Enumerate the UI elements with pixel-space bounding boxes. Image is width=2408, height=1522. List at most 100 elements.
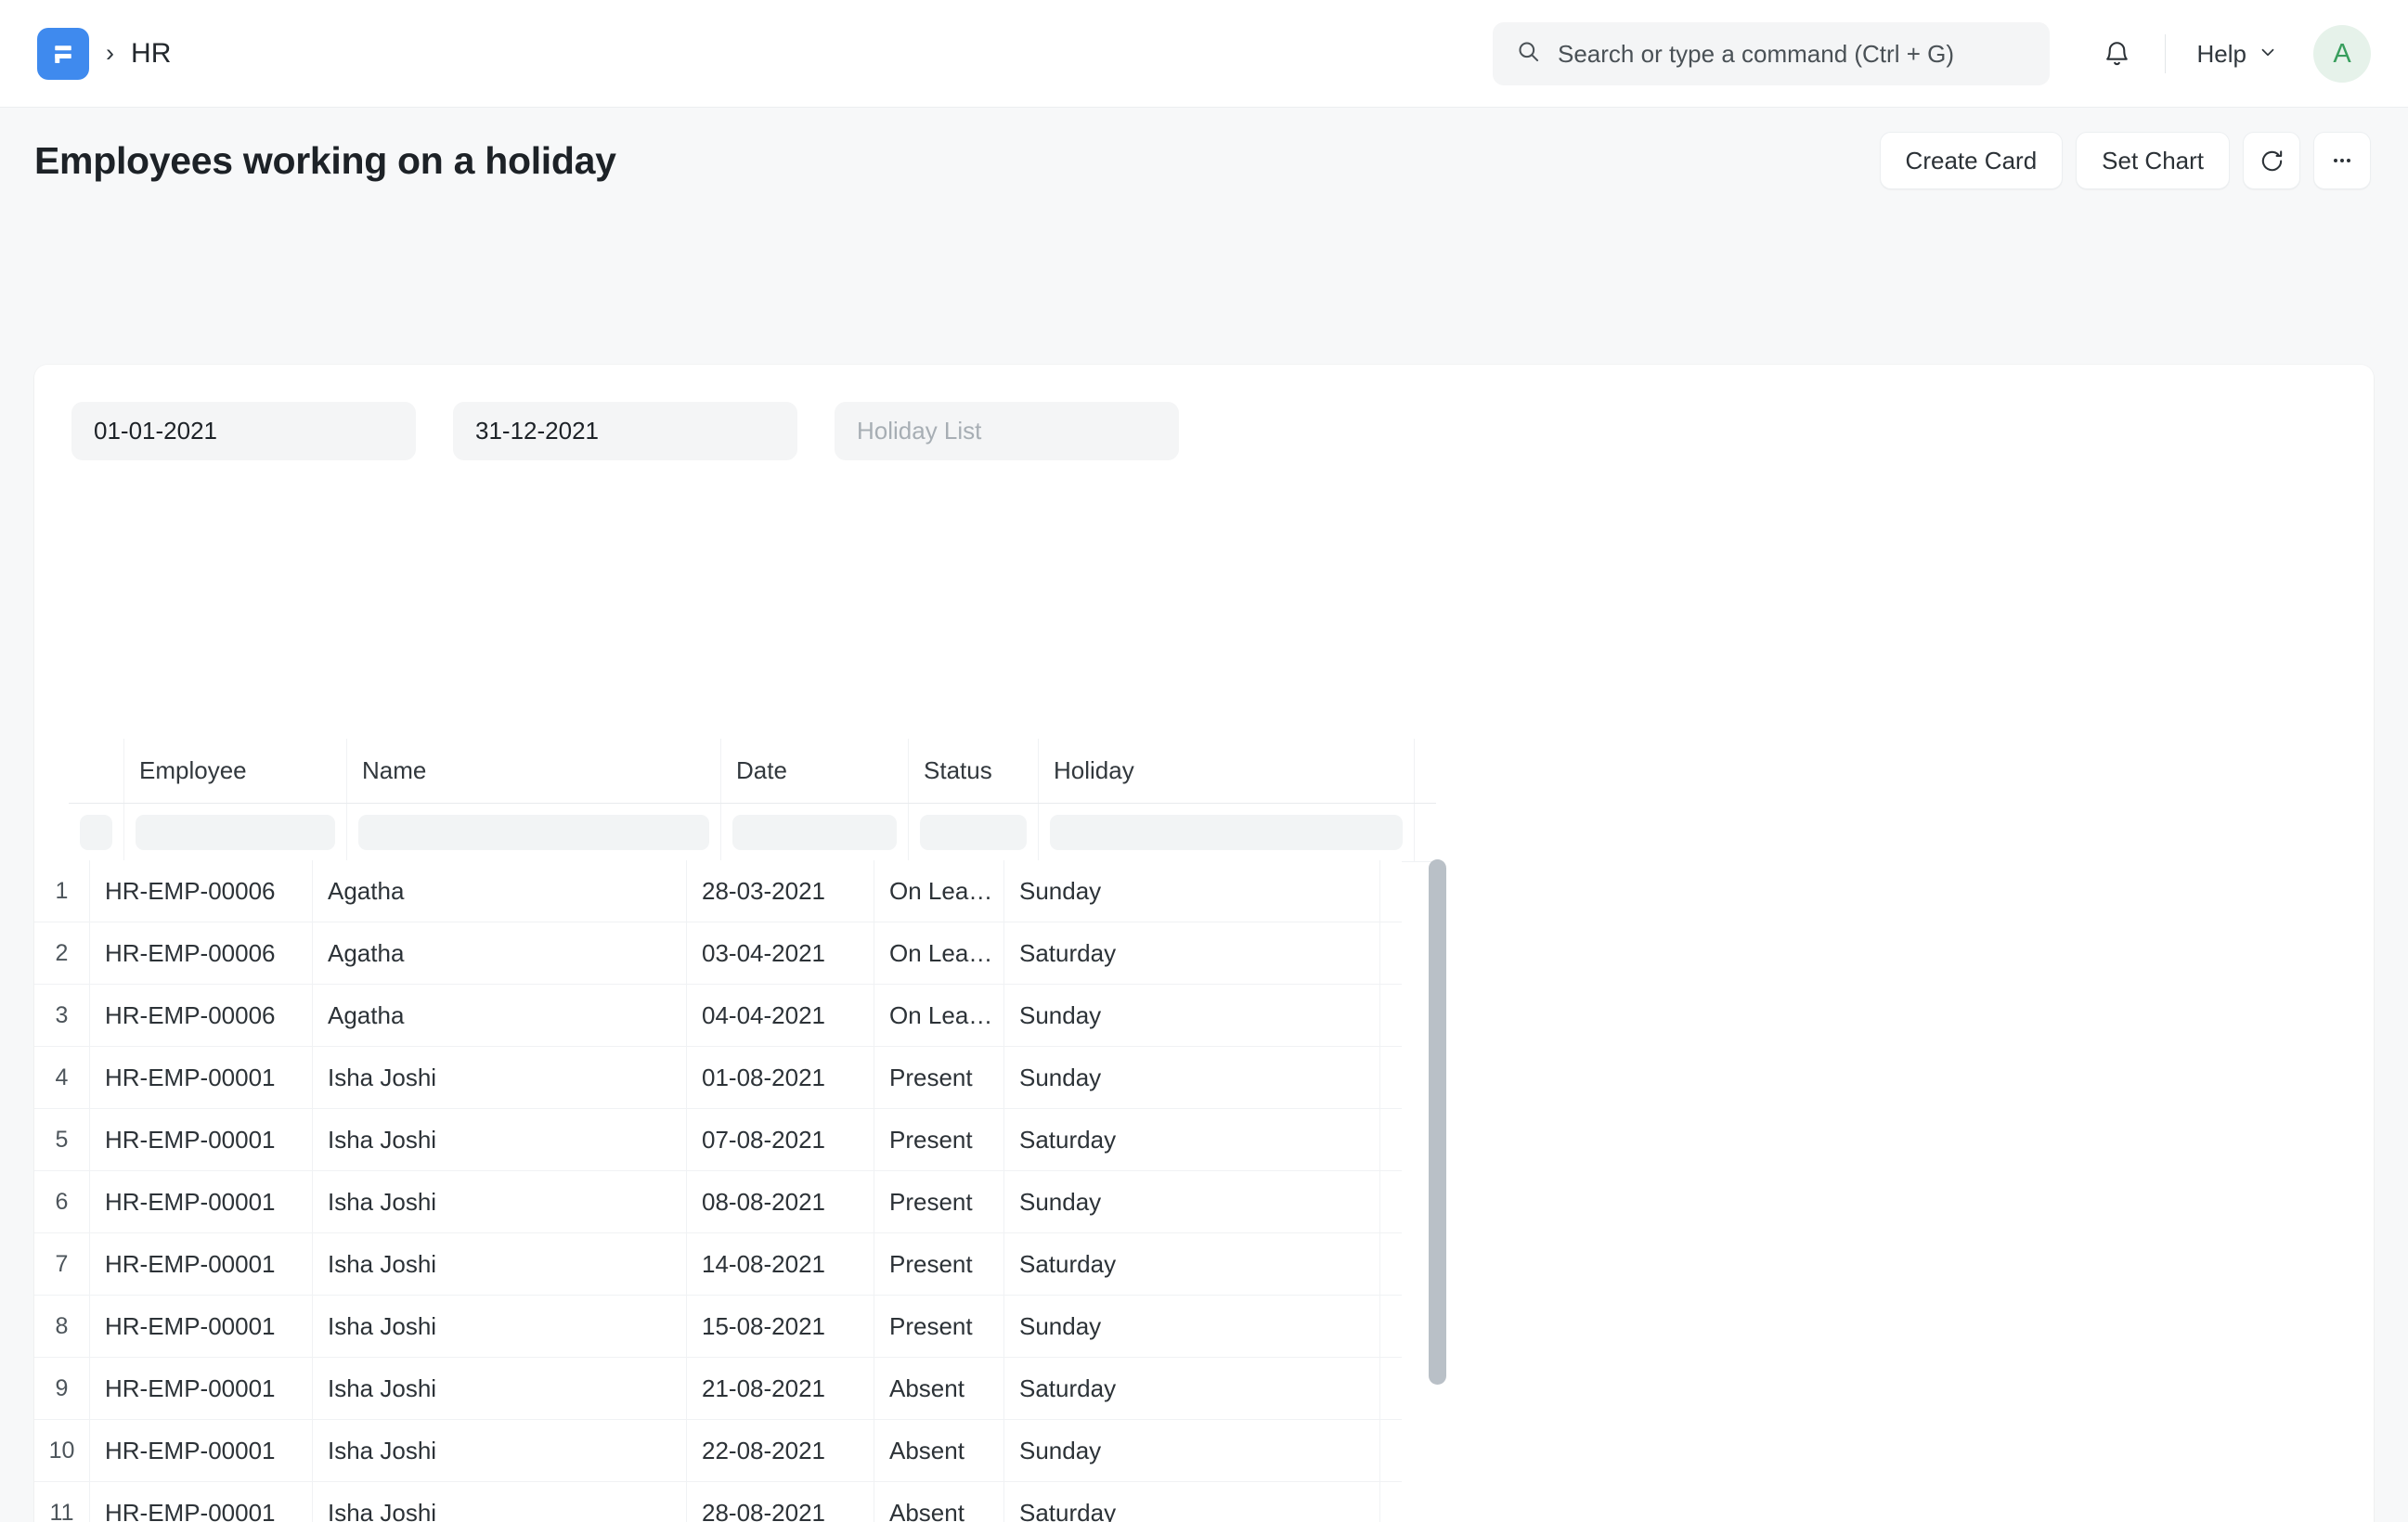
- to-date-filter[interactable]: 31-12-2021: [453, 402, 797, 460]
- column-filter-employee[interactable]: [124, 804, 347, 861]
- breadcrumb-item-hr[interactable]: HR: [131, 38, 172, 70]
- cell-holiday[interactable]: Sunday: [1004, 1047, 1380, 1108]
- table-row[interactable]: 9 HR-EMP-00001 Isha Joshi 21-08-2021 Absent S…: [34, 1358, 1402, 1420]
- table-row[interactable]: 6 HR-EMP-00001 Isha Joshi 08-08-2021 Present…: [34, 1171, 1402, 1233]
- cell-date[interactable]: 14-08-2021: [687, 1233, 874, 1295]
- cell-index[interactable]: 5: [34, 1109, 90, 1170]
- table-row[interactable]: 5 HR-EMP-00001 Isha Joshi 07-08-2021 Present…: [34, 1109, 1402, 1171]
- cell-employee[interactable]: HR-EMP-00001: [90, 1358, 313, 1419]
- column-header-employee[interactable]: Employee: [124, 739, 347, 803]
- cell-status[interactable]: Present: [874, 1296, 1004, 1357]
- cell-status[interactable]: Present: [874, 1047, 1004, 1108]
- cell-holiday[interactable]: Sunday: [1004, 1296, 1380, 1357]
- cell-employee[interactable]: HR-EMP-00001: [90, 1296, 313, 1357]
- cell-name[interactable]: Agatha: [313, 860, 687, 922]
- cell-holiday[interactable]: Saturday: [1004, 1358, 1380, 1419]
- cell-holiday[interactable]: Sunday: [1004, 985, 1380, 1046]
- bell-icon[interactable]: [2091, 27, 2144, 81]
- cell-name[interactable]: Isha Joshi: [313, 1109, 687, 1170]
- cell-index[interactable]: 1: [34, 860, 90, 922]
- cell-employee[interactable]: HR-EMP-00006: [90, 860, 313, 922]
- cell-date[interactable]: 01-08-2021: [687, 1047, 874, 1108]
- cell-name[interactable]: Agatha: [313, 922, 687, 984]
- cell-status[interactable]: Absent: [874, 1358, 1004, 1419]
- cell-date[interactable]: 04-04-2021: [687, 985, 874, 1046]
- table-row[interactable]: 11 HR-EMP-00001 Isha Joshi 28-08-2021 Absent…: [34, 1482, 1402, 1522]
- cell-index[interactable]: 9: [34, 1358, 90, 1419]
- column-filter-holiday[interactable]: [1039, 804, 1415, 861]
- cell-holiday[interactable]: Sunday: [1004, 860, 1380, 922]
- cell-name[interactable]: Isha Joshi: [313, 1296, 687, 1357]
- table-row[interactable]: 8 HR-EMP-00001 Isha Joshi 15-08-2021 Present…: [34, 1296, 1402, 1358]
- column-header-holiday[interactable]: Holiday: [1039, 739, 1415, 803]
- cell-employee[interactable]: HR-EMP-00006: [90, 922, 313, 984]
- column-filter-index[interactable]: [69, 804, 124, 861]
- cell-name[interactable]: Isha Joshi: [313, 1233, 687, 1295]
- column-header-name[interactable]: Name: [347, 739, 721, 803]
- cell-index[interactable]: 4: [34, 1047, 90, 1108]
- cell-status[interactable]: On Lea…: [874, 860, 1004, 922]
- cell-index[interactable]: 8: [34, 1296, 90, 1357]
- column-filter-status[interactable]: [909, 804, 1039, 861]
- holiday-list-filter[interactable]: Holiday List: [835, 402, 1179, 460]
- cell-status[interactable]: Absent: [874, 1482, 1004, 1522]
- cell-name[interactable]: Isha Joshi: [313, 1482, 687, 1522]
- cell-status[interactable]: Present: [874, 1233, 1004, 1295]
- table-row[interactable]: 10 HR-EMP-00001 Isha Joshi 22-08-2021 Absent…: [34, 1420, 1402, 1482]
- frappe-logo-icon[interactable]: [37, 27, 89, 80]
- cell-holiday[interactable]: Saturday: [1004, 1482, 1380, 1522]
- cell-date[interactable]: 22-08-2021: [687, 1420, 874, 1481]
- cell-employee[interactable]: HR-EMP-00001: [90, 1047, 313, 1108]
- set-chart-button[interactable]: Set Chart: [2076, 132, 2230, 189]
- cell-status[interactable]: Absent: [874, 1420, 1004, 1481]
- cell-employee[interactable]: HR-EMP-00001: [90, 1109, 313, 1170]
- cell-date[interactable]: 15-08-2021: [687, 1296, 874, 1357]
- cell-index[interactable]: 7: [34, 1233, 90, 1295]
- cell-employee[interactable]: HR-EMP-00001: [90, 1171, 313, 1232]
- cell-date[interactable]: 28-03-2021: [687, 860, 874, 922]
- cell-employee[interactable]: HR-EMP-00001: [90, 1233, 313, 1295]
- table-row[interactable]: 7 HR-EMP-00001 Isha Joshi 14-08-2021 Present…: [34, 1233, 1402, 1296]
- table-vertical-scrollbar[interactable]: [1429, 859, 1446, 1385]
- cell-name[interactable]: Isha Joshi: [313, 1358, 687, 1419]
- avatar[interactable]: A: [2313, 25, 2371, 83]
- cell-name[interactable]: Isha Joshi: [313, 1171, 687, 1232]
- cell-holiday[interactable]: Saturday: [1004, 1109, 1380, 1170]
- column-filter-date[interactable]: [721, 804, 909, 861]
- datatable-body[interactable]: 1 HR-EMP-00006 Agatha 28-03-2021 On Lea… Sund…: [34, 860, 1402, 1522]
- table-row[interactable]: 3 HR-EMP-00006 Agatha 04-04-2021 On Lea… Sund…: [34, 985, 1402, 1047]
- cell-employee[interactable]: HR-EMP-00001: [90, 1482, 313, 1522]
- column-filter-name[interactable]: [347, 804, 721, 861]
- cell-status[interactable]: On Lea…: [874, 922, 1004, 984]
- cell-index[interactable]: 3: [34, 985, 90, 1046]
- cell-employee[interactable]: HR-EMP-00001: [90, 1420, 313, 1481]
- cell-status[interactable]: Present: [874, 1109, 1004, 1170]
- ellipsis-icon[interactable]: [2313, 132, 2371, 189]
- cell-index[interactable]: 10: [34, 1420, 90, 1481]
- cell-date[interactable]: 28-08-2021: [687, 1482, 874, 1522]
- cell-index[interactable]: 11: [34, 1482, 90, 1522]
- cell-status[interactable]: On Lea…: [874, 985, 1004, 1046]
- cell-date[interactable]: 21-08-2021: [687, 1358, 874, 1419]
- cell-name[interactable]: Isha Joshi: [313, 1420, 687, 1481]
- cell-date[interactable]: 07-08-2021: [687, 1109, 874, 1170]
- cell-holiday[interactable]: Sunday: [1004, 1420, 1380, 1481]
- from-date-filter[interactable]: 01-01-2021: [71, 402, 416, 460]
- search-bar[interactable]: Search or type a command (Ctrl + G): [1493, 22, 2050, 85]
- cell-holiday[interactable]: Saturday: [1004, 922, 1380, 984]
- refresh-icon[interactable]: [2243, 132, 2300, 189]
- cell-date[interactable]: 08-08-2021: [687, 1171, 874, 1232]
- search-input[interactable]: Search or type a command (Ctrl + G): [1493, 22, 2050, 85]
- column-header-status[interactable]: Status: [909, 739, 1039, 803]
- help-menu[interactable]: Help: [2192, 32, 2284, 76]
- cell-date[interactable]: 03-04-2021: [687, 922, 874, 984]
- cell-holiday[interactable]: Saturday: [1004, 1233, 1380, 1295]
- table-row[interactable]: 1 HR-EMP-00006 Agatha 28-03-2021 On Lea… Sund…: [34, 860, 1402, 922]
- table-row[interactable]: 4 HR-EMP-00001 Isha Joshi 01-08-2021 Present…: [34, 1047, 1402, 1109]
- cell-name[interactable]: Agatha: [313, 985, 687, 1046]
- cell-holiday[interactable]: Sunday: [1004, 1171, 1380, 1232]
- column-header-date[interactable]: Date: [721, 739, 909, 803]
- cell-status[interactable]: Present: [874, 1171, 1004, 1232]
- cell-index[interactable]: 2: [34, 922, 90, 984]
- table-row[interactable]: 2 HR-EMP-00006 Agatha 03-04-2021 On Lea… Satu…: [34, 922, 1402, 985]
